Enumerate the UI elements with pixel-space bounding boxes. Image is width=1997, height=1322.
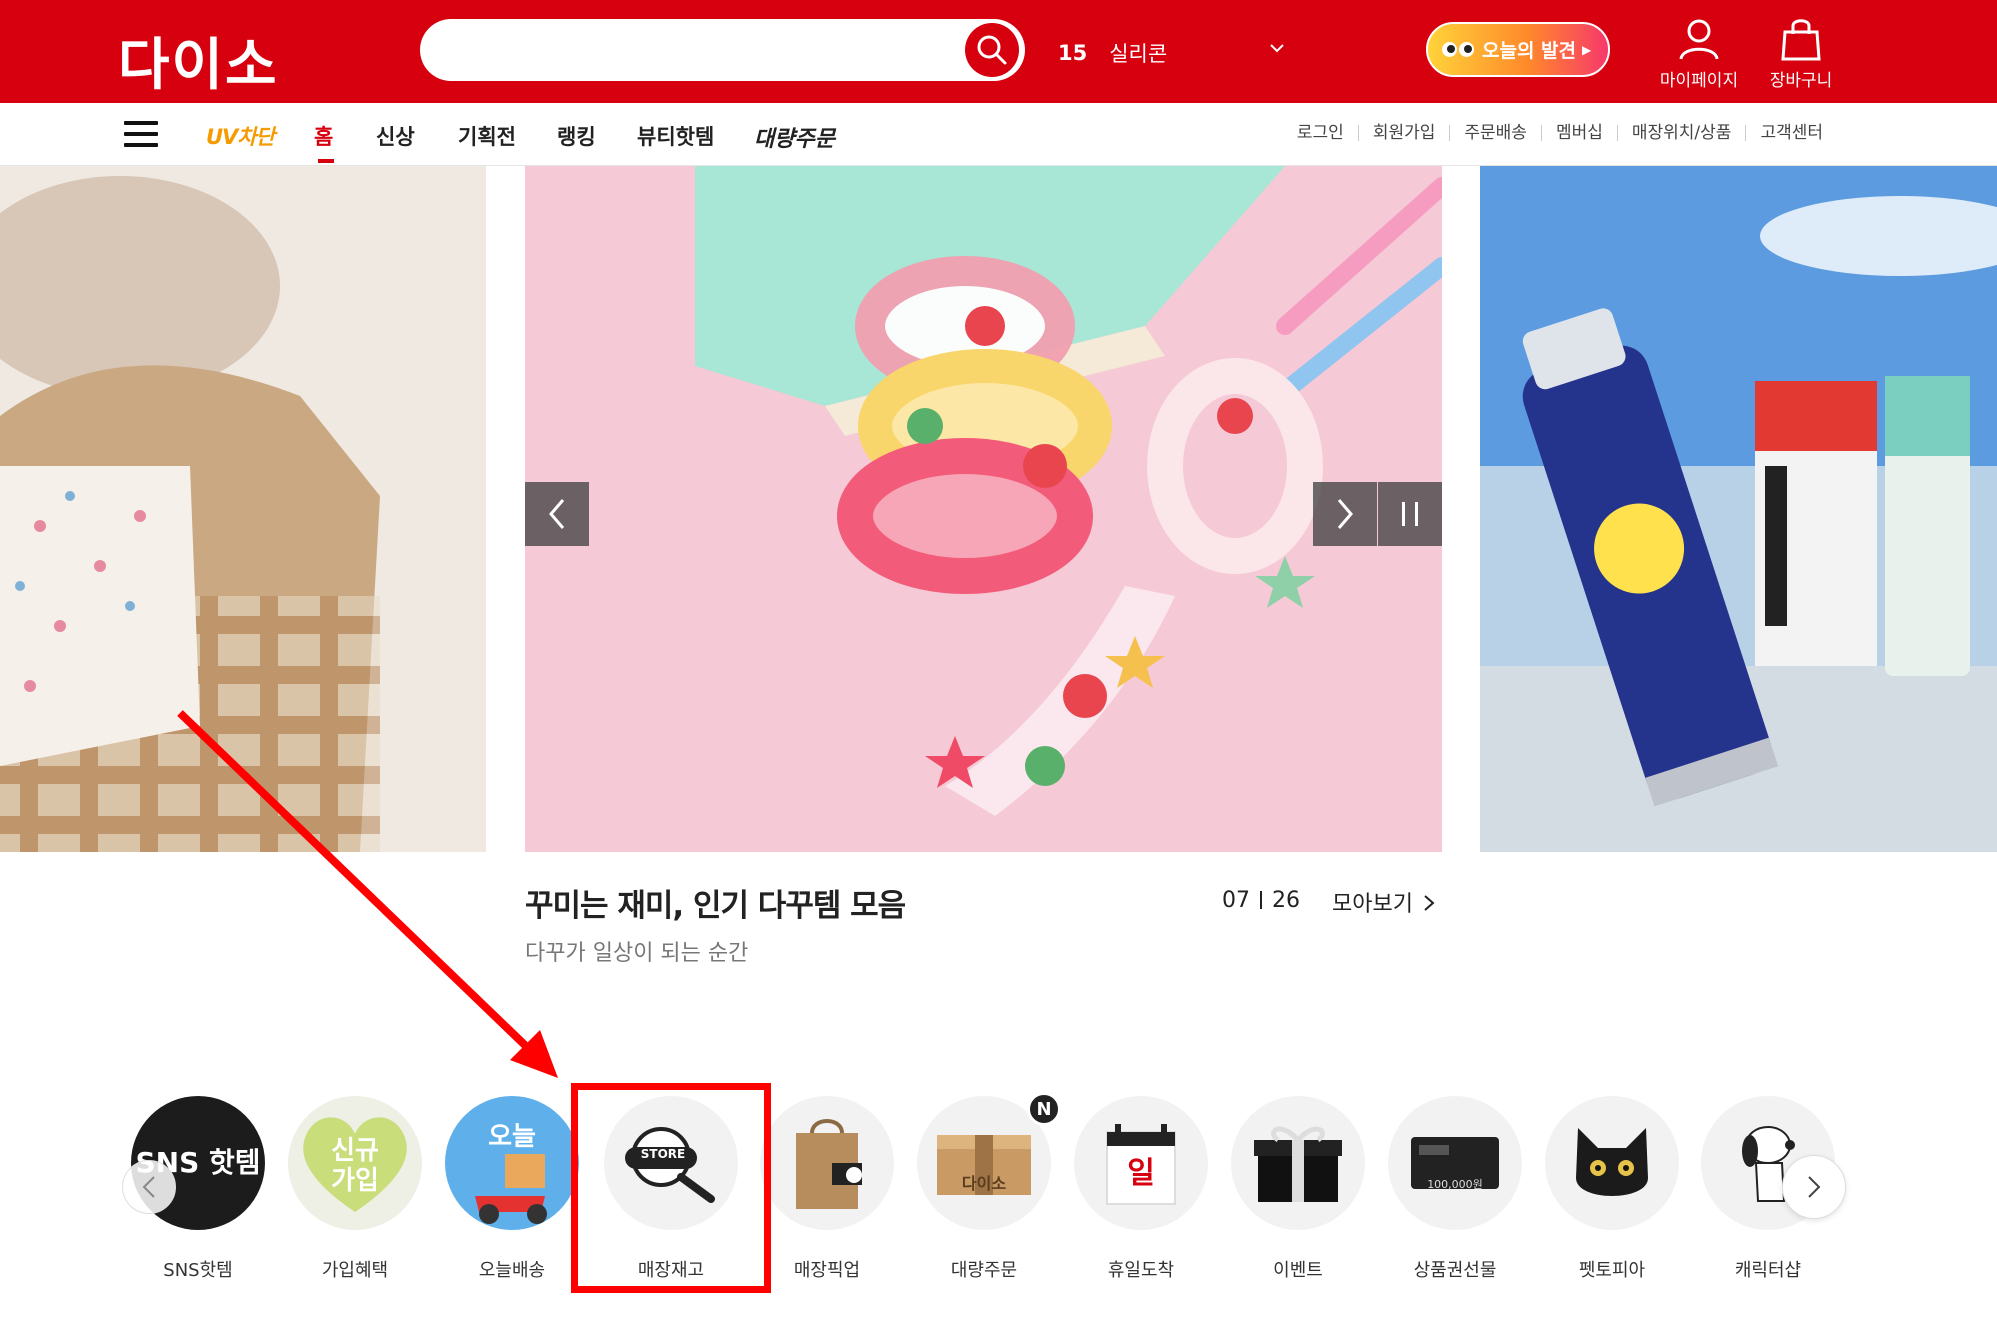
quick-menu: SNS 핫템 SNS핫템 신규 가입 가입혜택 오늘 오늘배송 STORE 매장… <box>0 1090 1997 1310</box>
quick-prev-button[interactable] <box>122 1160 176 1214</box>
washi-tape-image <box>525 166 1442 852</box>
nav-bulk-order[interactable]: 대량주문 <box>754 121 835 153</box>
gift-box-icon <box>1231 1096 1365 1230</box>
quick-today-delivery[interactable]: 오늘 오늘배송 <box>442 1090 582 1282</box>
trending-text: 실리콘 <box>1109 42 1168 66</box>
trending-rank: 15 <box>1058 41 1088 65</box>
today-discover-button[interactable]: 오늘의 발견 ▶ <box>1426 22 1610 77</box>
black-cat-icon <box>1545 1096 1679 1230</box>
shopping-bag-icon <box>1781 19 1821 61</box>
cart-label: 장바구니 <box>1769 71 1833 91</box>
utility-links: 로그인 회원가입 주문배송 멤버십 매장위치/상품 고객센터 <box>1283 125 1837 142</box>
slide-total: 26 <box>1272 888 1300 913</box>
daiso-home-page: 다이소 15 실리콘 오늘의 발견 ▶ 마이페이지 장바구니 UV차단 홈 신상… <box>0 0 1997 1322</box>
gift-card-icon-text: 100,000원 <box>1427 1178 1483 1191</box>
main-nav: UV차단 홈 신상 기획전 랭킹 뷰티핫템 대량주문 로그인 회원가입 주문배송… <box>0 103 1997 166</box>
signup-heart-icon: 신규 가입 <box>288 1096 422 1230</box>
quick-gift-card[interactable]: 100,000원 상품권선물 <box>1385 1090 1525 1282</box>
nav-new[interactable]: 신상 <box>376 121 415 151</box>
chevron-right-icon <box>1337 499 1353 529</box>
chevron-right-icon <box>1424 895 1435 911</box>
play-icon: ▶ <box>1582 42 1592 57</box>
cart-button[interactable]: 장바구니 <box>1756 16 1846 91</box>
signup-icon-text: 신규 가입 <box>331 1136 379 1196</box>
delivery-icon-text: 오늘 <box>488 1122 536 1152</box>
mypage-button[interactable]: 마이페이지 <box>1654 16 1744 91</box>
calendar-icon-text: 일 <box>1127 1156 1155 1191</box>
login-link[interactable]: 로그인 <box>1283 125 1358 142</box>
mypage-label: 마이페이지 <box>1659 71 1739 91</box>
quick-signup-benefit[interactable]: 신규 가입 가입혜택 <box>285 1090 425 1282</box>
quick-event[interactable]: 이벤트 <box>1228 1090 1368 1282</box>
search-button[interactable] <box>965 23 1019 77</box>
quick-label: 이벤트 <box>1273 1260 1323 1281</box>
banner-next-slide-image[interactable] <box>1480 166 1997 852</box>
membership-link[interactable]: 멤버십 <box>1540 125 1617 142</box>
banner-subtitle: 다꾸가 일상이 되는 순간 <box>525 941 749 966</box>
slide-pause-button[interactable] <box>1378 482 1442 546</box>
view-all-link[interactable]: 모아보기 <box>1332 886 1436 918</box>
daiso-logo[interactable]: 다이소 <box>118 20 279 101</box>
quick-label: 가입혜택 <box>321 1260 389 1281</box>
calendar-sunday-icon: 일 <box>1074 1096 1208 1230</box>
nav-home[interactable]: 홈 <box>314 121 333 151</box>
top-header: 다이소 15 실리콘 오늘의 발견 ▶ 마이페이지 장바구니 <box>0 0 1997 103</box>
banner-prev-slide-image[interactable] <box>0 166 486 852</box>
slide-counter: 07 26 <box>1222 888 1300 913</box>
nav-beauty[interactable]: 뷰티핫템 <box>637 121 714 151</box>
eyes-icon <box>1442 42 1474 57</box>
quick-label: 대량주문 <box>950 1260 1018 1281</box>
chevron-left-icon <box>142 1176 155 1198</box>
trending-keyword[interactable]: 15 실리콘 <box>1058 38 1167 68</box>
customer-center-link[interactable]: 고객센터 <box>1745 125 1837 142</box>
scooter-delivery-icon: 오늘 <box>445 1096 579 1230</box>
quick-label: 펫토피아 <box>1578 1260 1646 1281</box>
quick-label: 휴일도착 <box>1107 1260 1175 1281</box>
user-icon <box>1679 19 1719 60</box>
search-icon <box>977 35 1007 65</box>
quick-holiday-arrival[interactable]: 일 휴일도착 <box>1071 1090 1211 1282</box>
quick-bulk-order[interactable]: 다이소 N 대량주문 <box>914 1090 1061 1282</box>
menu-icon[interactable] <box>124 121 158 147</box>
quick-label: 매장픽업 <box>793 1260 861 1281</box>
chevron-down-icon[interactable] <box>1265 36 1289 60</box>
chevron-right-icon <box>1808 1176 1821 1198</box>
slide-next-button[interactable] <box>1313 482 1377 546</box>
pause-icon <box>1402 502 1418 526</box>
discover-label: 오늘의 발견 <box>1482 40 1577 62</box>
highlight-box <box>571 1083 771 1293</box>
quick-store-pickup[interactable]: 매장픽업 <box>757 1090 897 1282</box>
shopping-bag-icon <box>760 1096 894 1230</box>
quick-label: SNS핫템 <box>163 1260 233 1281</box>
banner-title[interactable]: 꾸미는 재미, 인기 다꾸템 모음 <box>525 880 906 925</box>
view-all-label: 모아보기 <box>1332 892 1413 917</box>
chevron-left-icon <box>549 499 565 529</box>
order-delivery-link[interactable]: 주문배송 <box>1449 125 1541 142</box>
gift-card-icon: 100,000원 <box>1388 1096 1522 1230</box>
store-location-link[interactable]: 매장위치/상품 <box>1616 125 1746 142</box>
laundry-basket-image <box>0 166 486 852</box>
nav-ranking[interactable]: 랭킹 <box>557 121 596 151</box>
quick-next-button[interactable] <box>1782 1155 1846 1219</box>
new-badge: N <box>1027 1092 1061 1126</box>
search-input[interactable] <box>420 19 1025 81</box>
nav-exhibition[interactable]: 기획전 <box>458 121 516 151</box>
main-banner-slide[interactable] <box>525 166 1442 852</box>
slide-prev-button[interactable] <box>525 482 589 546</box>
signup-link[interactable]: 회원가입 <box>1357 125 1450 142</box>
quick-label: 오늘배송 <box>478 1260 546 1281</box>
quick-petopia[interactable]: 펫토피아 <box>1542 1090 1682 1282</box>
nav-uv-block[interactable]: UV차단 <box>206 121 275 151</box>
sunscreen-image <box>1480 166 1997 852</box>
quick-label: 상품권선물 <box>1413 1260 1497 1281</box>
box-icon-text: 다이소 <box>961 1174 1007 1193</box>
slide-current: 07 <box>1222 888 1250 913</box>
quick-label: 캐릭터샵 <box>1734 1260 1802 1281</box>
active-indicator <box>318 159 334 163</box>
